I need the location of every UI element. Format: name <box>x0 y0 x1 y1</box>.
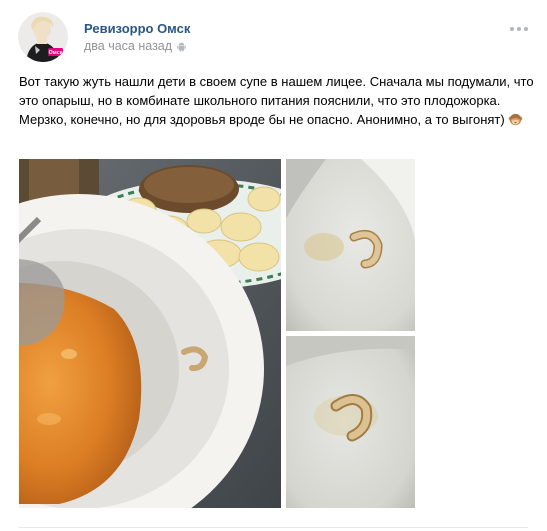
more-icon <box>510 27 514 31</box>
post-divider <box>19 527 528 528</box>
photo-larva-closeup-2-image <box>286 336 415 508</box>
author-name-link[interactable]: Ревизорро Омск <box>84 21 190 36</box>
android-icon <box>177 42 186 52</box>
post-text: Вот такую жуть нашли дети в своем супе в… <box>19 72 534 129</box>
post-timestamp[interactable]: два часа назад <box>84 39 187 53</box>
avatar-image: Омск <box>18 12 68 62</box>
post-card: Омск Ревизорро Омск два часа назад Вот т… <box>0 0 547 531</box>
post-time-text: два часа назад <box>84 39 173 53</box>
photo-soup-plate-image <box>19 159 281 508</box>
svg-text:Омск: Омск <box>49 50 63 56</box>
post-text-body: Вот такую жуть нашли дети в своем супе в… <box>19 74 534 127</box>
see-no-evil-monkey-emoji <box>508 113 523 126</box>
photo-soup-plate[interactable] <box>19 159 281 508</box>
more-icon-dot <box>524 27 528 31</box>
photo-larva-closeup-2[interactable] <box>286 336 415 508</box>
more-icon-dot <box>517 27 521 31</box>
photo-larva-closeup-1-image <box>286 159 415 331</box>
author-avatar[interactable]: Омск <box>18 12 68 62</box>
more-button[interactable] <box>510 25 530 33</box>
photo-larva-closeup-1[interactable] <box>286 159 415 331</box>
